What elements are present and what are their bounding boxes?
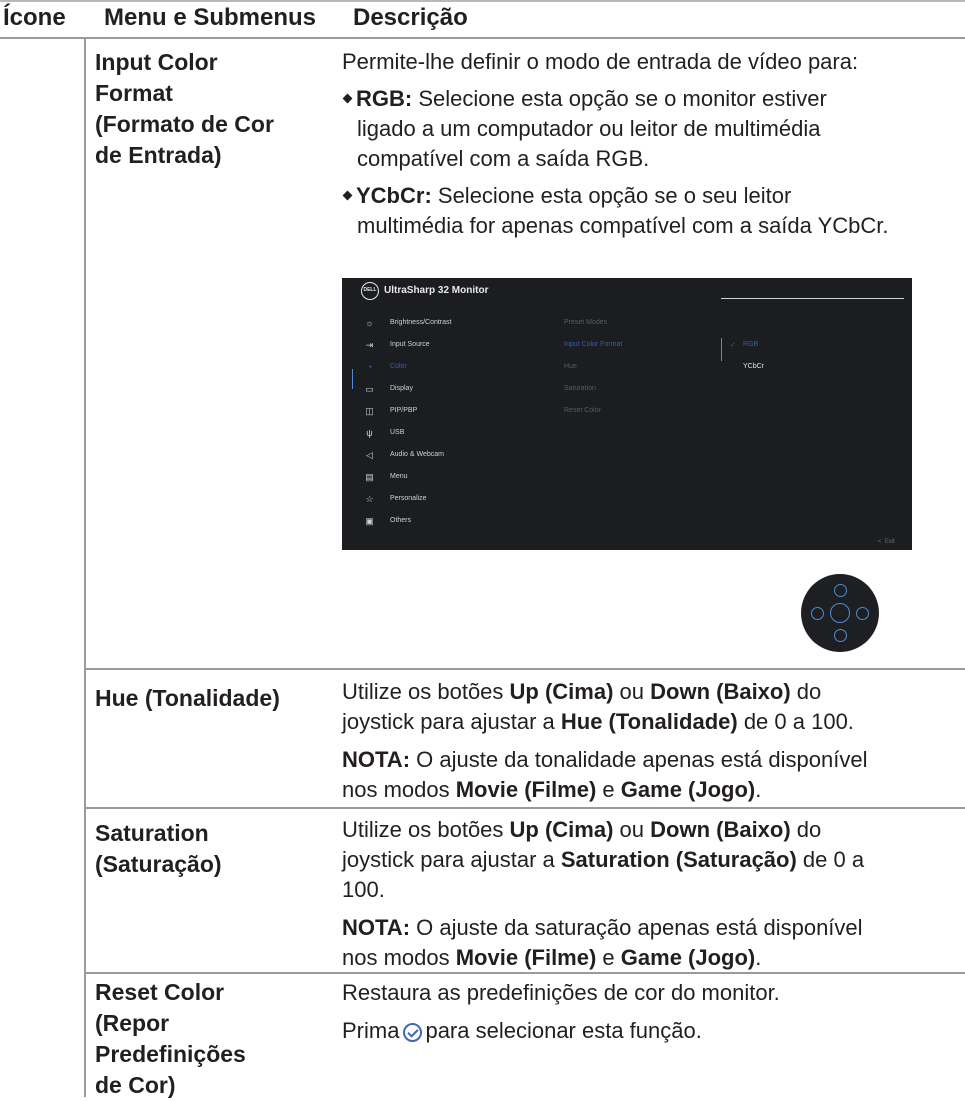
osd-sub-saturation: Saturation bbox=[564, 385, 596, 392]
check-icon: ✓ bbox=[730, 342, 736, 349]
input-source-icon: ⇥ bbox=[365, 340, 374, 350]
osd-sub-reset-color: Reset Color bbox=[564, 407, 601, 414]
table-top-rule bbox=[0, 0, 965, 2]
color-icon: ◔ bbox=[366, 362, 373, 372]
osd-menu-color: Color bbox=[390, 363, 407, 370]
dell-logo: DELL bbox=[361, 282, 379, 300]
osd-menu-display: Display bbox=[390, 385, 413, 392]
joystick-up-icon bbox=[834, 584, 847, 597]
joystick-center-icon bbox=[830, 603, 850, 623]
osd-title: UltraSharp 32 Monitor bbox=[384, 285, 489, 296]
header-menu-column: Menu e Submenus bbox=[104, 4, 317, 31]
pip-icon: ◫ bbox=[365, 406, 374, 416]
menu-hue: Hue (Tonalidade) bbox=[95, 685, 280, 711]
row-rule bbox=[84, 668, 965, 670]
saturation-description: Utilize os botões Up (Cima) ou Down (Bai… bbox=[342, 817, 865, 970]
header-rule bbox=[0, 37, 965, 39]
input-color-format-description: Permite-lhe definir o modo de entrada de… bbox=[342, 47, 952, 241]
hue-description: Utilize os botões Up (Cima) ou Down (Bai… bbox=[342, 679, 868, 802]
menu-reset-color: Reset Color (Repor Predefinições de Cor) bbox=[95, 979, 246, 1098]
menu-input-color-format: Input Color Format (Formato de Cor de En… bbox=[95, 49, 274, 168]
osd-menu-pip: PIP/PBP bbox=[390, 407, 418, 414]
joystick-icon bbox=[801, 574, 879, 652]
brightness-icon: ☼ bbox=[365, 318, 374, 328]
reset-color-description: Restaura as predefinições de cor do moni… bbox=[342, 980, 780, 1043]
rgb-bullet: RGB: Selecione esta opção se o monitor e… bbox=[342, 84, 952, 114]
row-rule bbox=[84, 807, 965, 809]
osd-sub-preset-modes: Preset Modes bbox=[564, 319, 608, 326]
osd-menu-others: Others bbox=[390, 517, 412, 524]
osd-exit: < Exit bbox=[878, 539, 895, 545]
others-icon: ▣ bbox=[365, 516, 374, 526]
intro-text: Permite-lhe definir o modo de entrada de… bbox=[342, 49, 859, 74]
osd-option-rgb: RGB bbox=[743, 341, 759, 348]
header-description-column: Descrição bbox=[353, 4, 468, 31]
osd-menu-personalize: Personalize bbox=[390, 495, 427, 502]
osd-menu-usb: USB bbox=[390, 429, 405, 436]
display-icon: ▭ bbox=[365, 384, 374, 394]
menu-saturation: Saturation (Saturação) bbox=[95, 820, 222, 877]
column-divider bbox=[84, 37, 86, 1097]
row-rule bbox=[84, 972, 965, 974]
osd-screenshot: DELL UltraSharp 32 Monitor ☼ Brightness/… bbox=[342, 278, 912, 550]
header-icon-column: Ícone bbox=[3, 4, 66, 31]
audio-icon: ◁ bbox=[366, 450, 373, 460]
osd-selection-bar bbox=[352, 369, 353, 389]
osd-sub-input-color-format: Input Color Format bbox=[564, 341, 623, 348]
osd-menu-input-source: Input Source bbox=[390, 341, 430, 348]
joystick-down-icon bbox=[834, 629, 847, 642]
personalize-icon: ☆ bbox=[365, 494, 374, 504]
osd-menu-menu: Menu bbox=[390, 473, 408, 480]
check-circle-icon bbox=[403, 1023, 423, 1042]
osd-sub-hue: Hue bbox=[564, 363, 577, 370]
joystick-left-icon bbox=[811, 607, 824, 620]
osd-option-ycbcr: YCbCr bbox=[743, 363, 765, 370]
osd-menu-audio: Audio & Webcam bbox=[390, 451, 444, 458]
ycbcr-bullet: YCbCr: Selecione esta opção se o seu lei… bbox=[342, 181, 952, 211]
joystick-right-icon bbox=[856, 607, 869, 620]
menu-icon: ▤ bbox=[365, 472, 374, 482]
osd-menu-brightness: Brightness/Contrast bbox=[390, 319, 452, 326]
usb-icon: ψ bbox=[366, 428, 373, 438]
